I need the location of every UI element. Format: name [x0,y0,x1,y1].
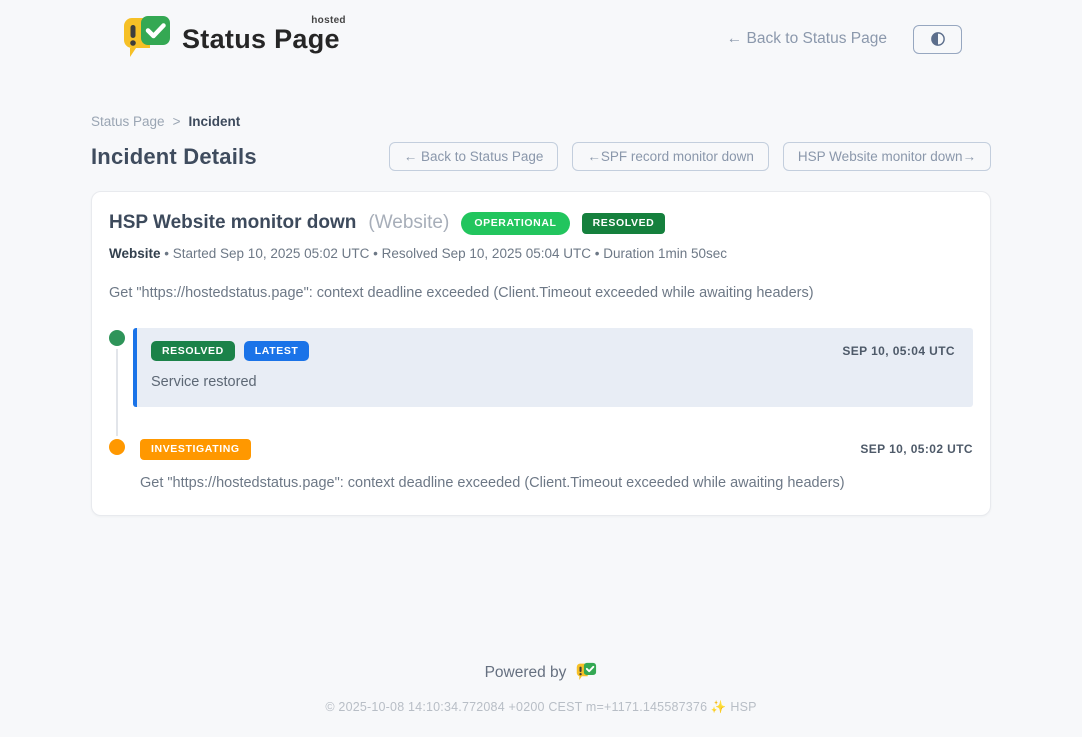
incident-description: Get "https://hostedstatus.page": context… [109,285,973,301]
incident-title-row: HSP Website monitor down (Website) OPERA… [109,212,973,235]
statuspage-logo-icon [120,14,172,64]
orange-dot-icon [109,439,125,455]
half-circle-icon [929,30,947,48]
incident-nav-buttons: ← Back to Status Page ←SPF record monito… [389,142,991,171]
header-actions: ← Back to Status Page [727,25,962,54]
incident-meta: Website • Started Sep 10, 2025 05:02 UTC… [109,246,973,261]
powered-by: Powered by [485,662,598,683]
statuspage-logo-small-icon [575,662,597,683]
brand-text: Status Page hosted [182,24,344,55]
page-title: Incident Details [91,144,257,170]
powered-by-label: Powered by [485,664,567,682]
incident-meta-details: • Started Sep 10, 2025 05:02 UTC • Resol… [164,246,727,261]
timeline-dot-column [109,328,133,408]
title-row: Incident Details ← Back to Status Page ←… [91,142,991,171]
incident-component: (Website) [368,212,449,234]
timeline-event-investigating: INVESTIGATING SEP 10, 05:02 UTC Get "htt… [109,437,973,491]
resolved-badge: RESOLVED [582,213,666,234]
investigating-status-badge: INVESTIGATING [140,439,251,460]
timeline-event-resolved: RESOLVED LATEST SEP 10, 05:04 UTC Servic… [109,328,973,408]
timeline-event-head: INVESTIGATING SEP 10, 05:02 UTC [140,439,973,460]
resolved-status-badge: RESOLVED [151,341,235,362]
breadcrumb: Status Page > Incident [91,114,991,129]
timeline-event-head: RESOLVED LATEST SEP 10, 05:04 UTC [151,341,955,362]
breadcrumb-separator: > [173,114,181,129]
page-footer: Powered by © 2025-10-08 14:10:34.772084 … [0,662,1082,737]
back-to-status-page-button[interactable]: ← Back to Status Page [389,142,559,171]
incident-timeline: RESOLVED LATEST SEP 10, 05:04 UTC Servic… [109,328,973,491]
timeline-event-highlight-box: RESOLVED LATEST SEP 10, 05:04 UTC Servic… [133,328,973,408]
incident-card: HSP Website monitor down (Website) OPERA… [91,191,991,516]
brand-superscript: hosted [311,15,346,26]
latest-badge: LATEST [244,341,310,362]
prev-incident-button[interactable]: ←SPF record monitor down [572,142,769,171]
next-incident-button[interactable]: HSP Website monitor down→ [783,142,991,171]
breadcrumb-incident: Incident [188,114,240,129]
header-back-link[interactable]: ← Back to Status Page [727,30,887,48]
breadcrumb-status-page[interactable]: Status Page [91,114,165,129]
timeline-event-badges: RESOLVED LATEST [151,341,309,362]
main-content: Status Page > Incident Incident Details ← … [91,114,991,516]
green-dot-icon [109,330,125,346]
brand-name: Status Page [182,24,340,54]
timeline-message: Get "https://hostedstatus.page": context… [140,475,973,491]
incident-meta-component: Website [109,246,161,261]
copyright-line: © 2025-10-08 14:10:34.772084 +0200 CEST … [0,700,1082,715]
theme-toggle-button[interactable] [913,25,962,54]
timeline-timestamp: SEP 10, 05:02 UTC [860,442,973,456]
brand-logo: Status Page hosted [120,14,344,64]
operational-badge: OPERATIONAL [461,212,569,235]
timeline-event-content: INVESTIGATING SEP 10, 05:02 UTC Get "htt… [133,437,973,491]
incident-title: HSP Website monitor down [109,212,356,234]
top-header: Status Page hosted ← Back to Status Page [0,0,1082,72]
timeline-message: Service restored [151,374,955,390]
timeline-dot-column [109,437,133,491]
timeline-timestamp: SEP 10, 05:04 UTC [842,344,955,358]
